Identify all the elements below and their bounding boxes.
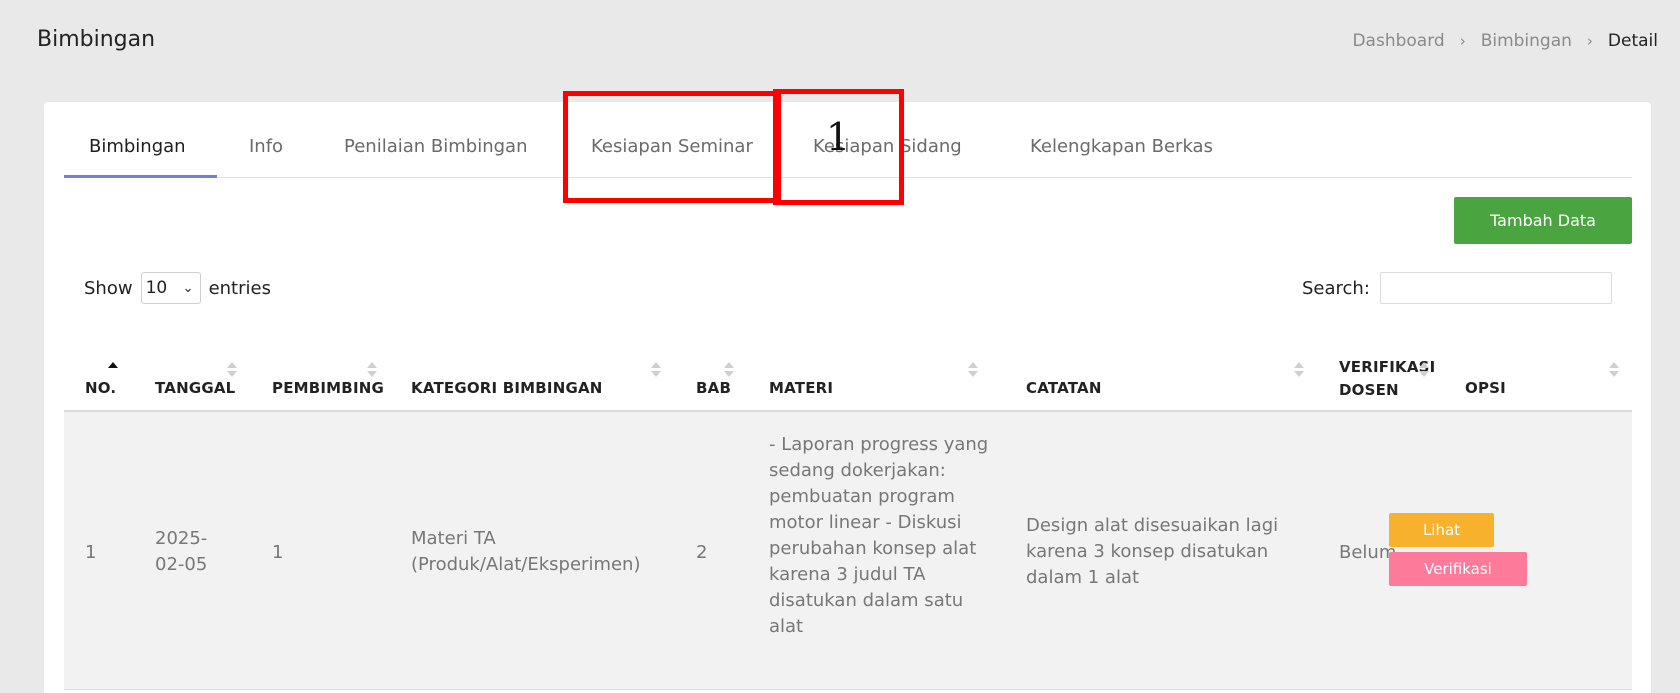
th-bab[interactable]: BAB (696, 379, 731, 397)
sort-icon (227, 362, 237, 378)
sort-icon (968, 362, 978, 378)
tambah-data-button[interactable]: Tambah Data (1454, 197, 1632, 244)
breadcrumb-dashboard[interactable]: Dashboard (1352, 31, 1444, 51)
tab-bimbingan[interactable]: Bimbingan (89, 136, 186, 157)
tab-penilaian-bimbingan[interactable]: Penilaian Bimbingan (344, 136, 527, 157)
cell-no: 1 (85, 542, 97, 563)
breadcrumb: Dashboard › Bimbingan › Detail (1352, 31, 1658, 51)
show-entries: Show 10 ⌄ entries (84, 272, 271, 304)
entries-label: entries (208, 277, 271, 299)
th-catatan[interactable]: CATATAN (1026, 379, 1102, 397)
cell-catatan: Design alat disesuaikan lagi karena 3 ko… (1026, 515, 1279, 588)
active-tab-indicator (64, 175, 217, 178)
sort-icon (724, 362, 734, 378)
cell-verifikasi-status: Belum (1339, 542, 1397, 563)
cell-tanggal: 2025-02-05 (155, 528, 208, 575)
cell-pembimbing: 1 (272, 542, 284, 563)
breadcrumb-detail: Detail (1607, 31, 1658, 51)
th-verifikasi-dosen[interactable]: VERIFIKASI DOSEN (1339, 356, 1435, 402)
sort-icon (1419, 362, 1429, 378)
sort-icon (1294, 362, 1304, 378)
sort-icon (367, 362, 377, 378)
th-pembimbing[interactable]: PEMBIMBING (272, 379, 384, 397)
cell-kategori: Materi TA (Produk/Alat/Eksperimen) (411, 528, 641, 575)
sort-icon (1609, 362, 1619, 378)
verifikasi-button[interactable]: Verifikasi (1389, 552, 1527, 586)
th-tanggal[interactable]: TANGGAL (155, 379, 235, 397)
chevron-right-icon: › (1459, 32, 1466, 50)
cell-bab: 2 (696, 542, 708, 563)
th-opsi[interactable]: OPSI (1465, 379, 1506, 397)
search: Search: (1302, 272, 1612, 304)
show-label: Show (84, 277, 133, 299)
cell-materi: - Laporan progress yang sedang dokerjaka… (769, 434, 989, 637)
search-label: Search: (1302, 277, 1370, 299)
chevron-down-icon: ⌄ (182, 280, 194, 296)
tab-kelengkapan-berkas[interactable]: Kelengkapan Berkas (1030, 136, 1213, 157)
tab-info[interactable]: Info (249, 136, 283, 157)
th-no[interactable]: NO. (85, 379, 116, 397)
breadcrumb-bimbingan[interactable]: Bimbingan (1481, 31, 1572, 51)
entries-value: 10 (145, 278, 168, 298)
sort-asc-icon (108, 362, 118, 378)
search-input[interactable] (1379, 272, 1612, 304)
table-header: NO. TANGGAL PEMBIMBING KATEGORI BIMBINGA… (64, 334, 1632, 412)
th-kategori-bimbingan[interactable]: KATEGORI BIMBINGAN (411, 379, 603, 397)
lihat-button[interactable]: Lihat (1389, 513, 1494, 547)
sort-icon (651, 362, 661, 378)
th-materi[interactable]: MATERI (769, 379, 833, 397)
table-row: 1 2025-02-05 1 Materi TA (Produk/Alat/Ek… (64, 412, 1632, 690)
annotation-box (563, 91, 781, 203)
entries-select[interactable]: 10 ⌄ (140, 272, 201, 304)
chevron-right-icon: › (1586, 32, 1593, 50)
annotation-label: 1 (826, 115, 851, 159)
page-title: Bimbingan (37, 27, 156, 52)
